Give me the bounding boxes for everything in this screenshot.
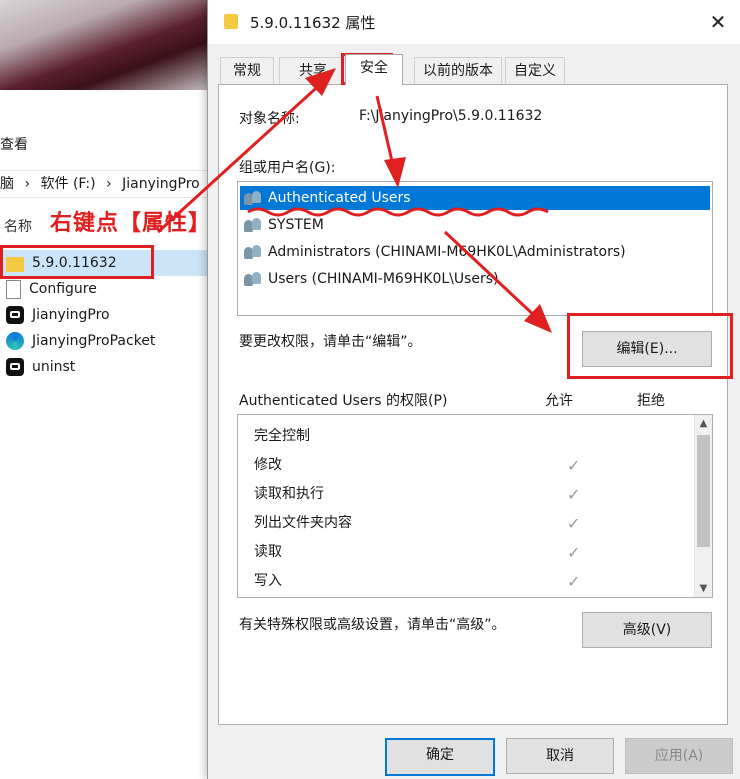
- underline-squiggle: [247, 207, 549, 217]
- annotation-arrows: [156, 68, 552, 333]
- arrow-to-edit-button: [443, 230, 552, 333]
- tab-security[interactable]: 安全: [345, 54, 403, 85]
- arrow-to-security-tab: [156, 68, 336, 234]
- arrow-to-group-list: [375, 95, 406, 188]
